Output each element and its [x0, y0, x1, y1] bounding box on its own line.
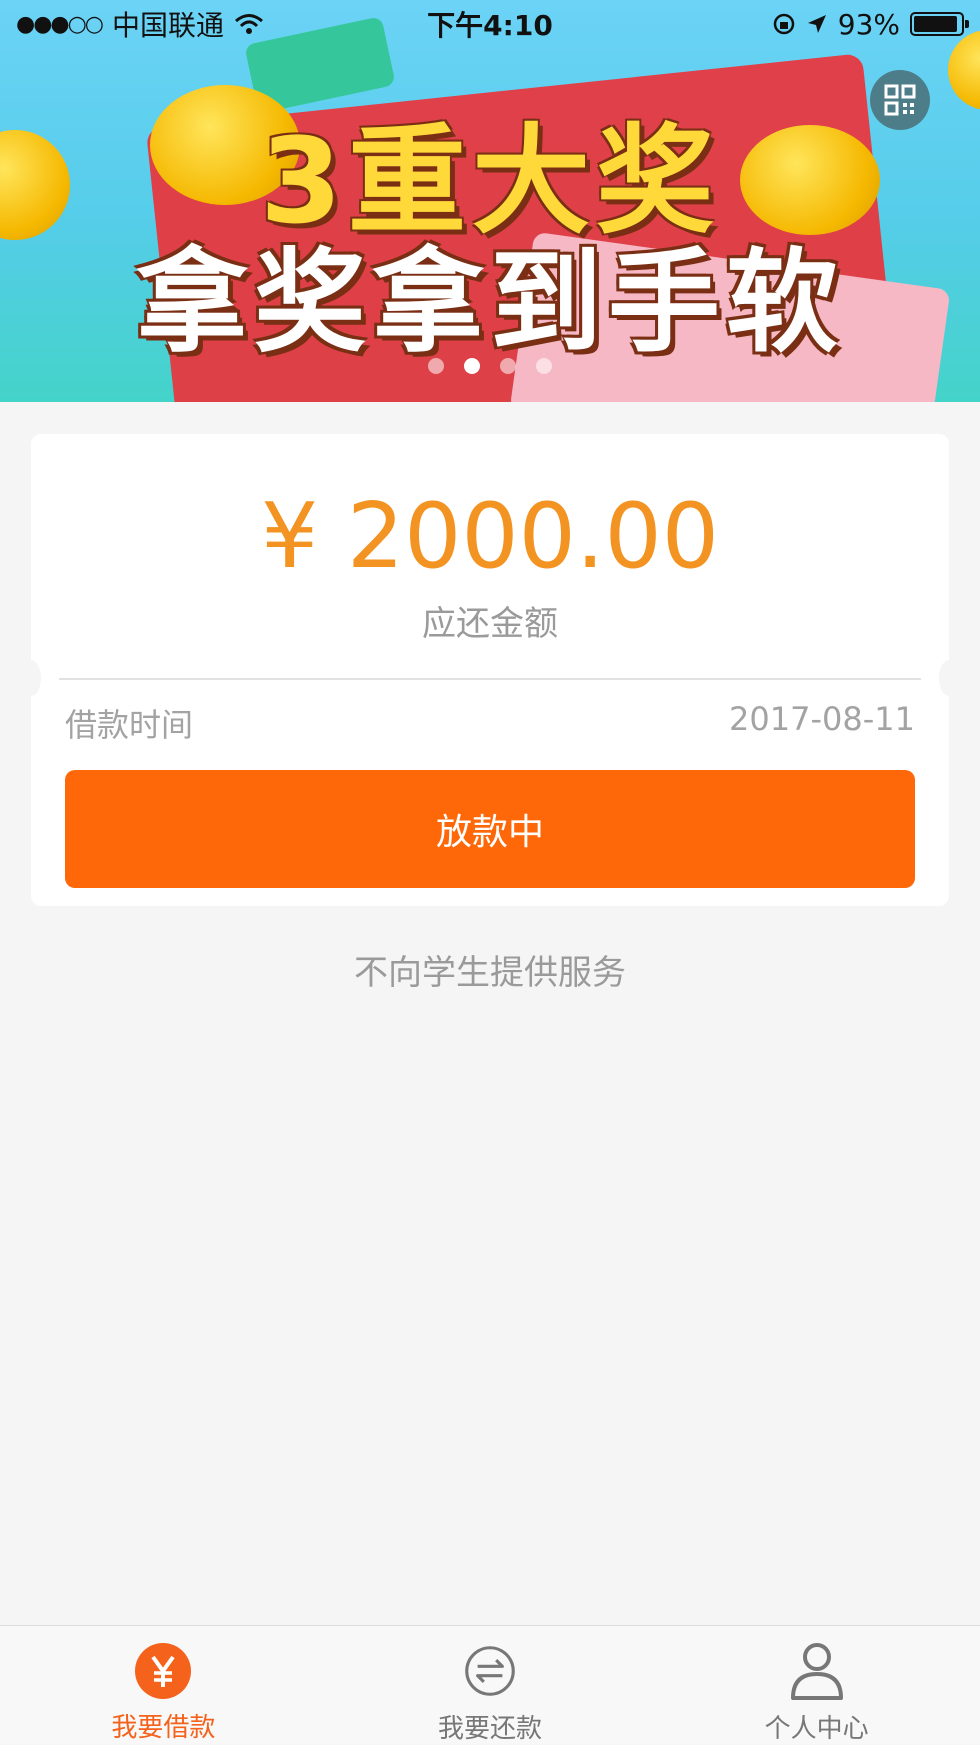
loan-date: 2017-08-11	[729, 700, 915, 738]
card-notch	[21, 660, 41, 696]
carrier-name: 中国联通	[111, 9, 224, 42]
carousel-dot[interactable]	[500, 358, 516, 374]
carousel-indicator[interactable]	[0, 358, 980, 374]
loan-time-row: 借款时间 2017-08-11	[65, 700, 915, 746]
carousel-dot[interactable]	[428, 358, 444, 374]
exchange-icon	[459, 1640, 521, 1702]
battery-icon	[910, 12, 969, 36]
promo-banner[interactable]: 3重大奖 拿奖拿到手软	[0, 0, 980, 402]
location-arrow-icon	[807, 15, 826, 33]
tab-label: 个人中心	[764, 1714, 869, 1744]
rotation-lock-icon	[773, 13, 795, 35]
tab-profile[interactable]: 个人中心	[653, 1626, 980, 1744]
banner-headline-line2: 拿奖拿到手软	[136, 238, 844, 368]
battery-fill	[914, 16, 957, 32]
yen-coin-icon	[132, 1640, 194, 1701]
carousel-dot[interactable]	[536, 358, 552, 374]
tab-label: 我要还款	[438, 1714, 543, 1744]
card-divider	[59, 678, 921, 680]
disbursing-status-button[interactable]: 放款中	[65, 770, 915, 888]
user-icon	[786, 1640, 848, 1702]
tab-repay[interactable]: 我要还款	[327, 1626, 654, 1744]
student-notice: 不向学生提供服务	[354, 953, 626, 993]
tab-label: 我要借款	[111, 1713, 216, 1743]
carousel-dot-active[interactable]	[464, 358, 480, 374]
card-notch	[939, 660, 959, 696]
loan-card: ¥ 2000.00 应还金额 借款时间 2017-08-11 放款中	[21, 434, 959, 906]
repayment-amount-label: 应还金额	[422, 604, 558, 644]
battery-percent: 93%	[837, 7, 900, 41]
signal-strength-icon: ●●●○○	[16, 11, 104, 37]
qr-code-icon	[884, 84, 916, 116]
qr-code-button[interactable]	[870, 70, 930, 130]
loan-time-label: 借款时间	[65, 706, 194, 744]
tab-bar: 我要借款 我要还款 个人中心	[0, 1625, 980, 1744]
tab-borrow[interactable]: 我要借款	[0, 1626, 327, 1744]
wifi-icon	[235, 14, 263, 34]
status-bar: ●●●○○ 中国联通 下午4:10 93%	[0, 0, 980, 48]
repayment-amount: ¥ 2000.00	[260, 484, 720, 589]
